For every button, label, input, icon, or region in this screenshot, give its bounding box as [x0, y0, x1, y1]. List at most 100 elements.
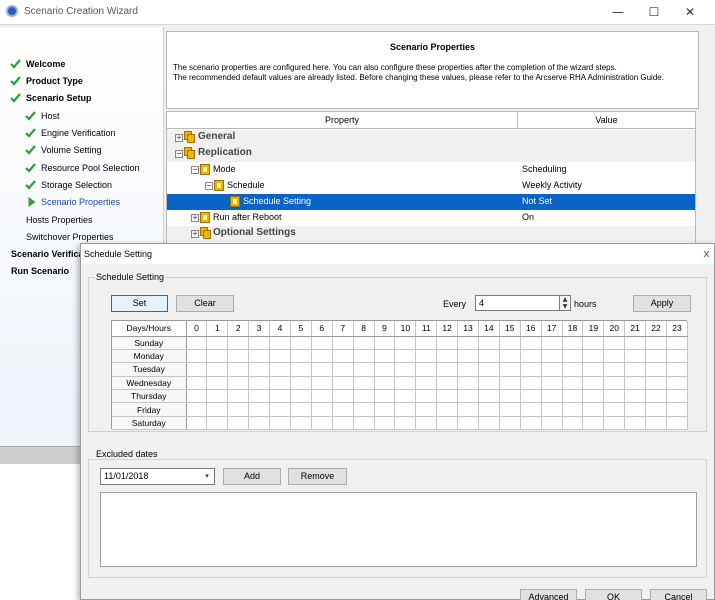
schedule-cell[interactable]: [248, 402, 271, 417]
hour-header[interactable]: 16: [520, 321, 542, 337]
schedule-cell[interactable]: [499, 362, 521, 377]
spin-down-icon[interactable]: ▼: [560, 303, 570, 310]
schedule-cell[interactable]: [332, 416, 354, 431]
schedule-cell[interactable]: [332, 389, 354, 404]
hour-header[interactable]: 8: [353, 321, 375, 337]
schedule-cell[interactable]: [206, 349, 229, 364]
schedule-cell[interactable]: [562, 349, 584, 364]
schedule-cell[interactable]: [457, 349, 479, 364]
schedule-cell[interactable]: [499, 349, 521, 364]
schedule-cell[interactable]: [206, 376, 229, 391]
schedule-cell[interactable]: [374, 416, 396, 431]
schedule-cell[interactable]: [541, 416, 563, 431]
schedule-cell[interactable]: [520, 362, 542, 377]
schedule-cell[interactable]: [645, 362, 667, 377]
schedule-cell[interactable]: [562, 389, 584, 404]
schedule-cell[interactable]: [520, 402, 542, 417]
schedule-cell[interactable]: [562, 336, 584, 350]
schedule-cell[interactable]: [624, 349, 647, 364]
schedule-cell[interactable]: [290, 349, 312, 364]
schedule-cell[interactable]: [374, 376, 396, 391]
schedule-cell[interactable]: [603, 362, 626, 377]
schedule-cell[interactable]: [227, 336, 250, 350]
schedule-cell[interactable]: [603, 402, 626, 417]
schedule-cell[interactable]: [624, 336, 647, 350]
schedule-cell[interactable]: [186, 362, 208, 377]
column-header-value[interactable]: Value: [518, 112, 695, 129]
excluded-date-picker[interactable]: 11/01/2018: [100, 468, 215, 485]
schedule-cell[interactable]: [269, 349, 291, 364]
schedule-cell[interactable]: [332, 336, 354, 350]
schedule-cell[interactable]: [415, 336, 438, 350]
schedule-cell[interactable]: [269, 336, 291, 350]
schedule-cell[interactable]: [582, 349, 605, 364]
hour-header[interactable]: 10: [394, 321, 417, 337]
clear-button[interactable]: Clear: [176, 295, 234, 312]
schedule-cell[interactable]: [186, 402, 208, 417]
schedule-cell[interactable]: [520, 349, 542, 364]
schedule-cell[interactable]: [499, 402, 521, 417]
day-label[interactable]: Tuesday: [112, 362, 187, 377]
schedule-cell[interactable]: [582, 362, 605, 377]
schedule-cell[interactable]: [290, 376, 312, 391]
chevron-down-icon[interactable]: ▾: [200, 469, 214, 484]
schedule-cell[interactable]: [499, 376, 521, 391]
schedule-cell[interactable]: [353, 376, 375, 391]
hour-header[interactable]: 21: [624, 321, 647, 337]
schedule-cell[interactable]: [436, 389, 459, 404]
grid-row-run-after-reboot[interactable]: + Run after Reboot On: [167, 210, 695, 226]
collapse-icon[interactable]: −: [205, 182, 213, 190]
set-button[interactable]: Set: [111, 295, 168, 312]
hour-header[interactable]: 18: [562, 321, 584, 337]
schedule-cell[interactable]: [603, 416, 626, 431]
schedule-cell[interactable]: [624, 416, 647, 431]
cancel-button[interactable]: Cancel: [650, 589, 707, 600]
schedule-cell[interactable]: [269, 376, 291, 391]
schedule-cell[interactable]: [269, 416, 291, 431]
schedule-cell[interactable]: [645, 376, 667, 391]
schedule-cell[interactable]: [603, 389, 626, 404]
schedule-cell[interactable]: [582, 376, 605, 391]
schedule-cell[interactable]: [457, 402, 479, 417]
schedule-cell[interactable]: [186, 376, 208, 391]
schedule-cell[interactable]: [269, 402, 291, 417]
schedule-cell[interactable]: [478, 336, 500, 350]
schedule-cell[interactable]: [311, 389, 333, 404]
schedule-cell[interactable]: [290, 402, 312, 417]
schedule-cell[interactable]: [290, 389, 312, 404]
schedule-cell[interactable]: [457, 389, 479, 404]
schedule-cell[interactable]: [478, 376, 500, 391]
schedule-cell[interactable]: [624, 376, 647, 391]
expand-icon[interactable]: +: [175, 134, 183, 142]
schedule-cell[interactable]: [582, 402, 605, 417]
expand-icon[interactable]: +: [191, 230, 199, 238]
schedule-cell[interactable]: [624, 402, 647, 417]
schedule-cell[interactable]: [624, 389, 647, 404]
schedule-cell[interactable]: [248, 349, 271, 364]
grid-row-replication[interactable]: − Replication: [167, 146, 695, 162]
grid-row-general[interactable]: + General: [167, 130, 695, 146]
schedule-cell[interactable]: [394, 416, 417, 431]
spin-up-icon[interactable]: ▲: [560, 296, 570, 303]
hour-header[interactable]: 2: [227, 321, 250, 337]
schedule-cell[interactable]: [582, 416, 605, 431]
schedule-cell[interactable]: [562, 376, 584, 391]
schedule-cell[interactable]: [311, 402, 333, 417]
schedule-cell[interactable]: [541, 349, 563, 364]
schedule-cell[interactable]: [666, 336, 689, 350]
apply-button[interactable]: Apply: [633, 295, 691, 312]
schedule-cell[interactable]: [645, 349, 667, 364]
schedule-cell[interactable]: [311, 376, 333, 391]
schedule-cell[interactable]: [206, 389, 229, 404]
schedule-cell[interactable]: [353, 402, 375, 417]
dialog-close-button[interactable]: x: [700, 247, 713, 260]
schedule-cell[interactable]: [248, 336, 271, 350]
grid-row-schedule[interactable]: − Schedule Weekly Activity: [167, 178, 695, 194]
hour-header[interactable]: 5: [290, 321, 312, 337]
remove-date-button[interactable]: Remove: [288, 468, 347, 485]
hour-header[interactable]: 20: [603, 321, 626, 337]
schedule-cell[interactable]: [311, 336, 333, 350]
schedule-cell[interactable]: [227, 376, 250, 391]
day-label[interactable]: Wednesday: [112, 376, 187, 391]
schedule-cell[interactable]: [436, 336, 459, 350]
